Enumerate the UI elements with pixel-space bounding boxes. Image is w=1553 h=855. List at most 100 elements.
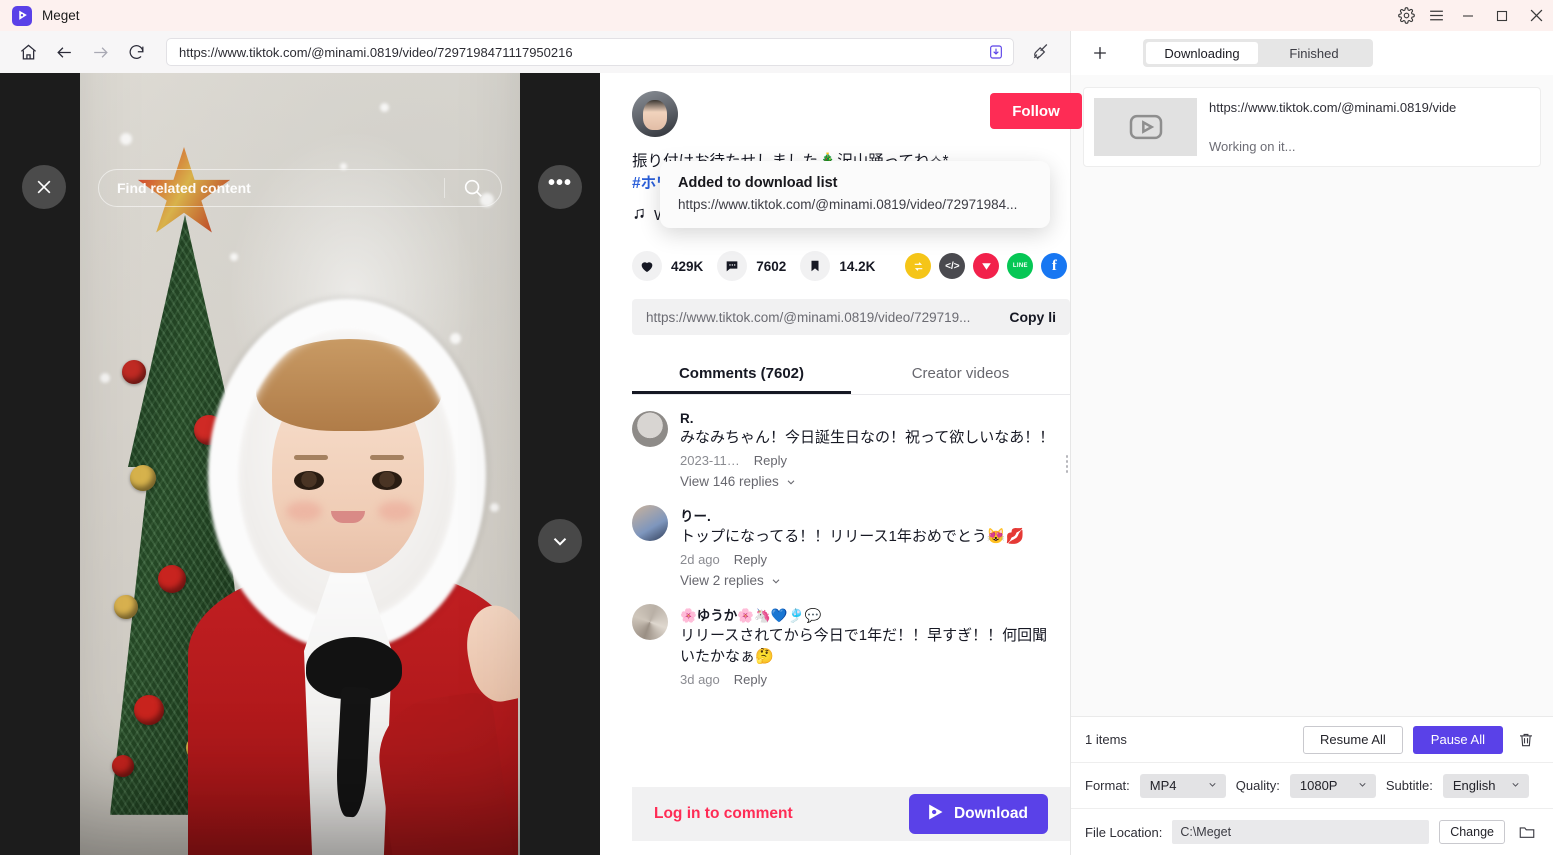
embed-code-icon[interactable]: </> — [939, 253, 966, 279]
broom-icon[interactable] — [1024, 36, 1058, 68]
repost-icon[interactable] — [905, 253, 932, 279]
share-send-icon[interactable] — [973, 253, 1000, 279]
title-bar: Meget — [0, 0, 1553, 31]
view-replies-button[interactable]: View 146 replies — [680, 474, 1062, 489]
comment-time: 2023-11… — [680, 453, 740, 468]
bookmark-icon — [800, 251, 831, 281]
url-text[interactable]: https://www.tiktok.com/@minami.0819/vide… — [179, 45, 985, 60]
meget-app-window: Meget https://www.tiktok.com/@minami.081… — [0, 0, 1553, 855]
tab-comments[interactable]: Comments (7602) — [632, 355, 851, 394]
download-to-list-icon[interactable] — [985, 41, 1007, 63]
comment-count: 7602 — [756, 258, 787, 274]
quality-select[interactable]: 1080P — [1289, 773, 1376, 798]
like-stat[interactable]: 429K — [632, 251, 703, 281]
items-count: 1 items — [1085, 732, 1127, 747]
meget-play-icon — [925, 802, 945, 827]
comment-author[interactable]: 🌸ゆうか🌸🦄💙🎐💬 — [680, 604, 1062, 624]
login-to-comment-link[interactable]: Log in to comment — [654, 805, 793, 823]
pause-all-button[interactable]: Pause All — [1412, 725, 1503, 754]
comment-reply-button[interactable]: Reply — [734, 672, 767, 687]
download-items-list[interactable]: https://www.tiktok.com/@minami.0819/vide… — [1071, 75, 1553, 716]
toast-notification: Added to download list https://www.tikto… — [660, 161, 1050, 228]
comment-item: 🌸ゆうか🌸🦄💙🎐💬 リリースされてから今日で1年だ！！早すぎ！！何回聞いたかなぁ… — [632, 604, 1062, 687]
like-count: 429K — [671, 258, 704, 274]
format-value: MP4 — [1149, 778, 1177, 793]
view-replies-label: View 2 replies — [680, 573, 764, 588]
chevron-down-icon — [772, 578, 780, 584]
more-options-button[interactable]: ••• — [538, 165, 582, 209]
view-replies-label: View 146 replies — [680, 474, 779, 489]
resume-all-button[interactable]: Resume All — [1303, 725, 1403, 754]
subtitle-select[interactable]: English — [1442, 773, 1529, 798]
home-icon[interactable] — [12, 36, 44, 68]
browser-toolbar: https://www.tiktok.com/@minami.0819/vide… — [0, 31, 1070, 73]
music-note-icon — [632, 207, 646, 225]
subtitle-value: English — [1452, 778, 1496, 793]
chevron-down-icon — [787, 479, 795, 485]
close-button[interactable] — [1519, 0, 1553, 31]
quality-label: Quality: — [1235, 778, 1280, 793]
app-title: Meget — [42, 8, 80, 23]
comment-icon — [717, 251, 748, 281]
content-tabs: Comments (7602) Creator videos — [632, 355, 1070, 395]
comments-list[interactable]: R. みなみちゃん！今日誕生日なの！祝って欲しいなあ！！ 2023-11… Re… — [632, 395, 1070, 855]
comment-reply-button[interactable]: Reply — [734, 552, 767, 567]
file-location-row: File Location: C:\Meget Change — [1071, 809, 1553, 855]
reload-icon[interactable] — [120, 36, 152, 68]
browser-pane: https://www.tiktok.com/@minami.0819/vide… — [0, 31, 1082, 855]
comment-item: りー. トップになってる！！リリース1年おめでとう😻💋 2d ago Reply… — [632, 505, 1062, 588]
comment-reply-button[interactable]: Reply — [754, 453, 787, 468]
avatar[interactable] — [632, 411, 668, 447]
footer-actions-row: 1 items Resume All Pause All — [1071, 717, 1553, 763]
find-related-content-search[interactable]: Find related content — [98, 169, 502, 207]
toast-title: Added to download list — [678, 175, 838, 191]
format-select[interactable]: MP4 — [1139, 773, 1226, 798]
address-bar[interactable]: https://www.tiktok.com/@minami.0819/vide… — [166, 38, 1014, 66]
file-location-input[interactable]: C:\Meget — [1172, 820, 1430, 844]
download-item-url: https://www.tiktok.com/@minami.0819/vide — [1209, 100, 1457, 115]
trash-icon[interactable] — [1513, 727, 1539, 753]
heart-icon — [632, 251, 662, 281]
engagement-stats: 429K 7602 14.2K </> LINE f — [632, 251, 1070, 281]
menu-hamburger-icon[interactable] — [1421, 0, 1451, 31]
comment-author[interactable]: りー. — [680, 505, 1062, 525]
close-video-button[interactable] — [22, 165, 66, 209]
avatar[interactable] — [632, 604, 668, 640]
share-link-value: https://www.tiktok.com/@minami.0819/vide… — [646, 309, 971, 325]
tab-creator-videos[interactable]: Creator videos — [851, 355, 1070, 394]
download-item[interactable]: https://www.tiktok.com/@minami.0819/vide… — [1083, 87, 1541, 167]
line-icon[interactable]: LINE — [1007, 253, 1034, 279]
download-button[interactable]: Download — [908, 794, 1048, 834]
minimize-button[interactable] — [1451, 0, 1485, 31]
copy-link-button[interactable]: Copy li — [995, 309, 1056, 325]
downloader-tabs: Downloading Finished — [1143, 39, 1373, 67]
comment-author[interactable]: R. — [680, 411, 1062, 426]
maximize-button[interactable] — [1485, 0, 1519, 31]
change-location-button[interactable]: Change — [1439, 820, 1505, 844]
window-controls — [1391, 0, 1553, 31]
bookmark-count: 14.2K — [839, 258, 876, 274]
tab-finished[interactable]: Finished — [1258, 42, 1370, 64]
bookmark-stat[interactable]: 14.2K — [800, 251, 875, 281]
folder-icon[interactable] — [1515, 820, 1539, 844]
avatar[interactable] — [632, 505, 668, 541]
toast-url: https://www.tiktok.com/@minami.0819/vide… — [678, 197, 1018, 212]
downloader-header: Downloading Finished — [1071, 31, 1553, 75]
comment-text: みなみちゃん！今日誕生日なの！祝って欲しいなあ！！ — [680, 429, 1055, 446]
search-icon[interactable] — [445, 177, 501, 199]
back-arrow-icon[interactable] — [48, 36, 80, 68]
pane-resize-handle[interactable] — [1063, 73, 1071, 855]
forward-arrow-icon[interactable] — [84, 36, 116, 68]
file-location-value: C:\Meget — [1180, 825, 1232, 839]
view-replies-button[interactable]: View 2 replies — [680, 573, 1062, 588]
copy-link-row: https://www.tiktok.com/@minami.0819/vide… — [632, 299, 1070, 335]
chevron-down-icon — [1510, 778, 1521, 793]
comment-stat[interactable]: 7602 — [717, 251, 786, 281]
tab-downloading[interactable]: Downloading — [1146, 42, 1258, 64]
comment-text: トップになってる！！リリース1年おめでとう😻💋 — [680, 528, 1025, 545]
plus-icon[interactable] — [1085, 38, 1115, 68]
avatar[interactable] — [632, 91, 678, 137]
next-video-button[interactable] — [538, 519, 582, 563]
format-label: Format: — [1085, 778, 1130, 793]
settings-gear-icon[interactable] — [1391, 0, 1421, 31]
